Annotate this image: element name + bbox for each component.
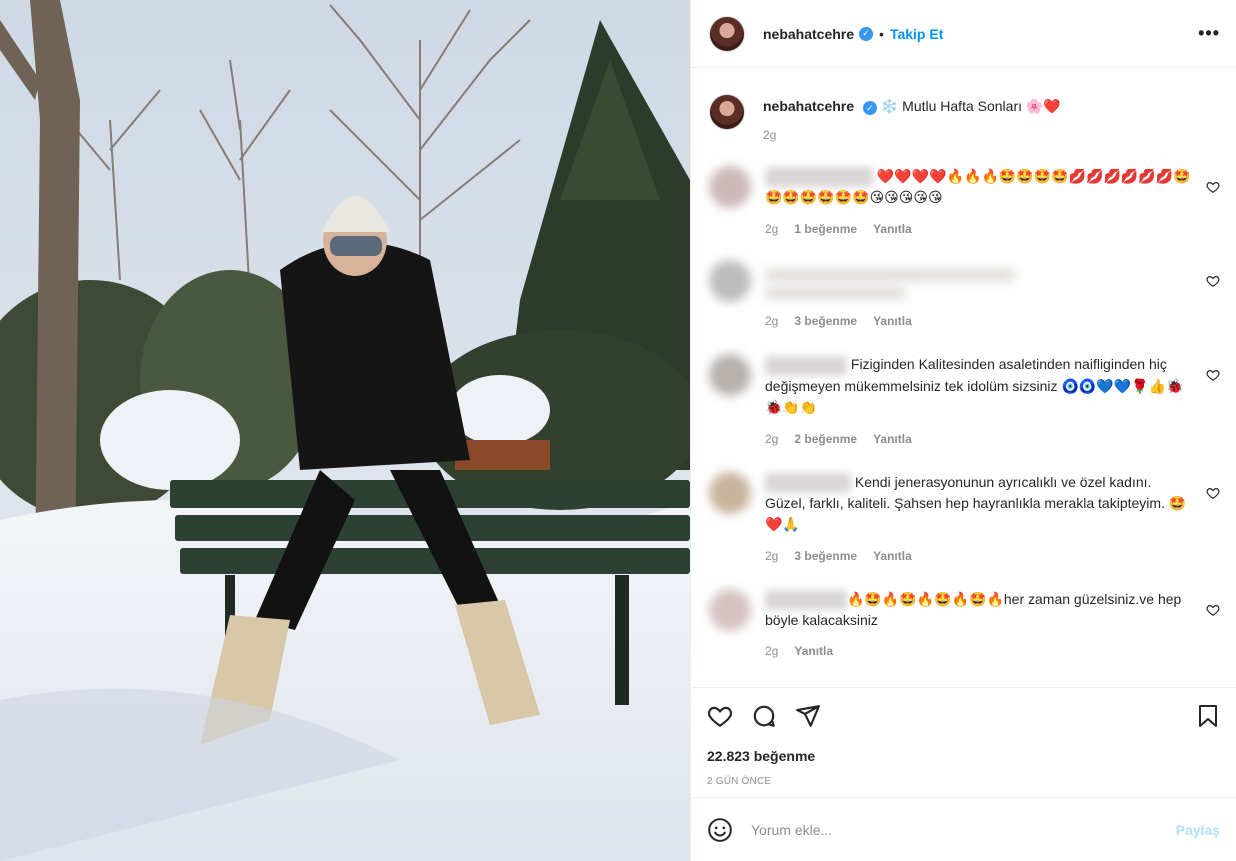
post-actions: 22.823 beğenme 2 GÜN ÖNCE — [691, 687, 1236, 797]
comment-like-heart-icon[interactable] — [1206, 274, 1220, 288]
commenter-username[interactable] — [765, 590, 847, 611]
comment-like-heart-icon[interactable] — [1206, 180, 1220, 194]
snowflake-icon: ❄️ — [880, 99, 899, 115]
separator-dot: • — [879, 25, 884, 42]
verified-badge-icon: ✓ — [859, 26, 874, 41]
add-comment-bar: Paylaş — [691, 797, 1236, 861]
reply-button[interactable]: Yanıtla — [873, 222, 912, 236]
commenter-avatar[interactable] — [709, 260, 751, 303]
comment-like-heart-icon[interactable] — [1206, 603, 1220, 617]
comment-time: 2g — [765, 431, 779, 446]
caption-username[interactable]: nebahatcehre — [763, 98, 854, 114]
emoji-icon[interactable] — [707, 817, 733, 843]
post-modal: nebahatcehre ✓ • Takip Et ••• nebahatceh… — [0, 0, 1236, 861]
author-avatar[interactable] — [709, 15, 745, 52]
reply-button[interactable]: Yanıtla — [873, 314, 912, 328]
commenter-username[interactable] — [765, 355, 847, 376]
post-comment-button[interactable]: Paylaş — [1176, 822, 1220, 838]
verified-badge-icon: ✓ — [862, 101, 877, 115]
comment-time: 2g — [765, 548, 779, 563]
comment-meta: 2g 1 beğenme Yanıtla — [765, 222, 1195, 236]
commenter-avatar[interactable] — [709, 588, 751, 631]
snow-park-photo — [0, 0, 690, 861]
comment-item: Fiziginden Kalitesinden asaletinden naif… — [709, 354, 1220, 446]
comment-meta: 2g 2 beğenme Yanıtla — [765, 432, 1195, 446]
caption-time: 2g — [763, 128, 777, 142]
caption-emojis: 🌸❤️ — [1025, 99, 1061, 115]
comment-like-heart-icon[interactable] — [1206, 486, 1220, 500]
commenter-username[interactable] — [765, 472, 851, 493]
comment-like-heart-icon[interactable] — [1206, 368, 1220, 382]
comment-item: Kendi jenerasyonunun ayrıcalıklı ve özel… — [709, 471, 1220, 563]
comment-item: 2g 3 beğenme Yanıtla — [709, 260, 1220, 328]
comment-meta: 2g Yanıtla — [765, 644, 1195, 658]
comment-likes[interactable]: 3 beğenme — [794, 314, 857, 328]
caption-text: Mutlu Hafta Sonları — [902, 98, 1022, 114]
post-side-panel: nebahatcehre ✓ • Takip Et ••• nebahatceh… — [690, 0, 1236, 861]
comment-time: 2g — [765, 314, 779, 329]
comments-list[interactable]: nebahatcehre ✓ ❄️ Mutlu Hafta Sonları 🌸❤… — [691, 68, 1236, 687]
reply-button[interactable]: Yanıtla — [794, 644, 833, 658]
comment-input[interactable] — [751, 821, 1176, 838]
more-options-icon[interactable]: ••• — [1198, 23, 1220, 44]
comment-meta: 2g 3 beğenme Yanıtla — [765, 549, 1195, 563]
reply-button[interactable]: Yanıtla — [873, 432, 912, 446]
post-date[interactable]: 2 GÜN ÖNCE — [707, 776, 1220, 787]
caption-avatar[interactable] — [709, 94, 745, 130]
commenter-avatar[interactable] — [709, 354, 751, 397]
comment-meta: 2g 3 beğenme Yanıtla — [765, 314, 1195, 328]
reply-button[interactable]: Yanıtla — [873, 549, 912, 563]
comment-item: 🔥🤩🔥🤩🔥🤩🔥🤩🔥her zaman güzelsiniz.ve hep böy… — [709, 588, 1220, 658]
post-header: nebahatcehre ✓ • Takip Et ••• — [691, 0, 1236, 68]
follow-button[interactable]: Takip Et — [890, 26, 943, 42]
comment-emojis: 🔥🤩🔥🤩🔥🤩🔥🤩🔥 — [847, 591, 1004, 608]
commenter-avatar[interactable] — [709, 166, 751, 208]
comment-likes[interactable]: 2 beğenme — [794, 432, 857, 446]
share-icon[interactable] — [795, 703, 821, 729]
likes-count[interactable]: 22.823 beğenme — [707, 748, 1220, 764]
comment-time: 2g — [765, 222, 779, 237]
commenter-username[interactable] — [765, 167, 873, 188]
post-caption: nebahatcehre ✓ ❄️ Mutlu Hafta Sonları 🌸❤… — [709, 68, 1220, 142]
comment-likes[interactable]: 1 beğenme — [794, 222, 857, 236]
bookmark-icon[interactable] — [1196, 703, 1220, 729]
post-photo[interactable] — [0, 0, 690, 861]
comment-icon[interactable] — [751, 703, 777, 729]
comment-time: 2g — [765, 644, 779, 659]
comment-likes[interactable]: 3 beğenme — [794, 549, 857, 563]
author-username[interactable]: nebahatcehre — [763, 26, 854, 42]
commenter-avatar[interactable] — [709, 471, 751, 514]
comment-text-blurred — [765, 268, 1195, 301]
comment-item: ❤️❤️❤️❤️🔥🔥🔥🤩🤩🤩🤩💋💋💋💋💋💋🤩🤩🤩🤩🤩🤩🤩😘😘😘😘😘 2g 1 b… — [709, 166, 1220, 236]
heart-icon[interactable] — [707, 703, 733, 729]
